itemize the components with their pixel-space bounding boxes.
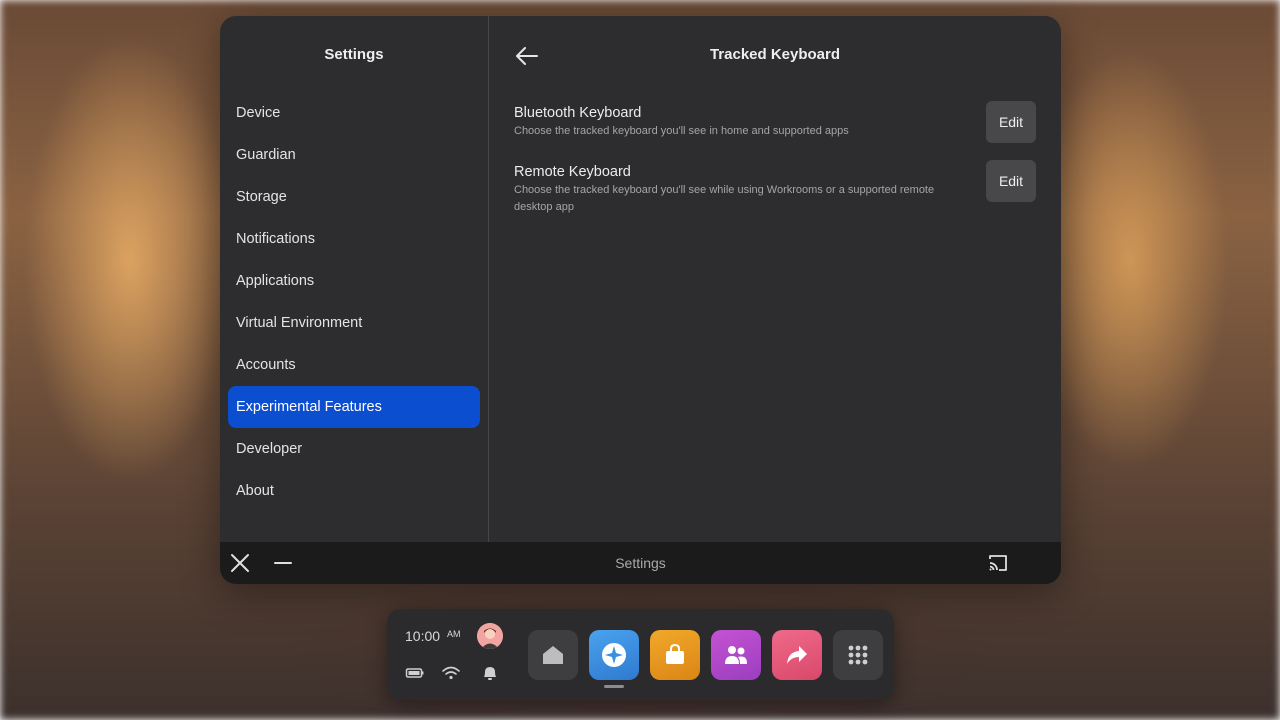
option-bluetooth-keyboard: Bluetooth Keyboard Choose the tracked ke… <box>514 105 964 140</box>
app-library-icon <box>848 645 868 665</box>
cast-button[interactable] <box>987 553 1009 573</box>
sidebar-item-device[interactable]: Device <box>228 92 480 134</box>
option-description: Choose the tracked keyboard you'll see w… <box>514 184 935 213</box>
wifi-icon <box>442 666 460 680</box>
option-remote-keyboard: Remote Keyboard Choose the tracked keybo… <box>514 164 964 216</box>
clock-ampm: AM <box>447 629 461 639</box>
people-icon <box>725 646 747 664</box>
settings-window: Settings Device Guardian Storage Notific… <box>220 16 1061 584</box>
people-button[interactable] <box>711 630 761 680</box>
store-icon <box>666 643 684 664</box>
sidebar-item-guardian[interactable]: Guardian <box>228 134 480 176</box>
share-icon <box>787 646 807 664</box>
option-description: Choose the tracked keyboard you'll see i… <box>514 125 849 137</box>
option-title: Remote Keyboard <box>514 164 631 180</box>
sidebar-item-about[interactable]: About <box>228 470 480 512</box>
avatar[interactable] <box>477 623 503 649</box>
window-title: Settings <box>615 555 666 571</box>
main-panel: Tracked Keyboard Bluetooth Keyboard Choo… <box>489 16 1061 542</box>
remote-keyboard-edit-button[interactable]: Edit <box>986 160 1036 202</box>
sidebar-item-virtual-environment[interactable]: Virtual Environment <box>228 302 480 344</box>
clock-time: 10:00 <box>405 628 441 644</box>
home-icon <box>543 646 563 664</box>
bluetooth-keyboard-edit-button[interactable]: Edit <box>986 101 1036 143</box>
universal-menu-dock: 10:00 AM <box>387 609 894 700</box>
app-library-button[interactable] <box>833 630 883 680</box>
sidebar-item-developer[interactable]: Developer <box>228 428 480 470</box>
window-bottom-bar: Settings <box>220 542 1061 584</box>
home-button[interactable] <box>528 630 578 680</box>
sidebar-item-experimental-features[interactable]: Experimental Features <box>228 386 480 428</box>
share-button[interactable] <box>772 630 822 680</box>
option-title: Bluetooth Keyboard <box>514 105 642 121</box>
sidebar-item-notifications[interactable]: Notifications <box>228 218 480 260</box>
avatar-image <box>477 623 503 649</box>
explore-icon <box>602 643 626 667</box>
sidebar-item-accounts[interactable]: Accounts <box>228 344 480 386</box>
sidebar-item-storage[interactable]: Storage <box>228 176 480 218</box>
active-app-indicator <box>604 685 624 688</box>
sidebar-item-applications[interactable]: Applications <box>228 260 480 302</box>
sidebar-title: Settings <box>324 46 384 63</box>
cast-icon <box>989 555 1007 571</box>
settings-sidebar: Settings Device Guardian Storage Notific… <box>220 16 489 542</box>
explore-button[interactable] <box>589 630 639 680</box>
page-title: Tracked Keyboard <box>709 46 841 63</box>
store-button[interactable] <box>650 630 700 680</box>
bell-icon[interactable] <box>480 665 500 681</box>
battery-icon <box>405 668 424 678</box>
